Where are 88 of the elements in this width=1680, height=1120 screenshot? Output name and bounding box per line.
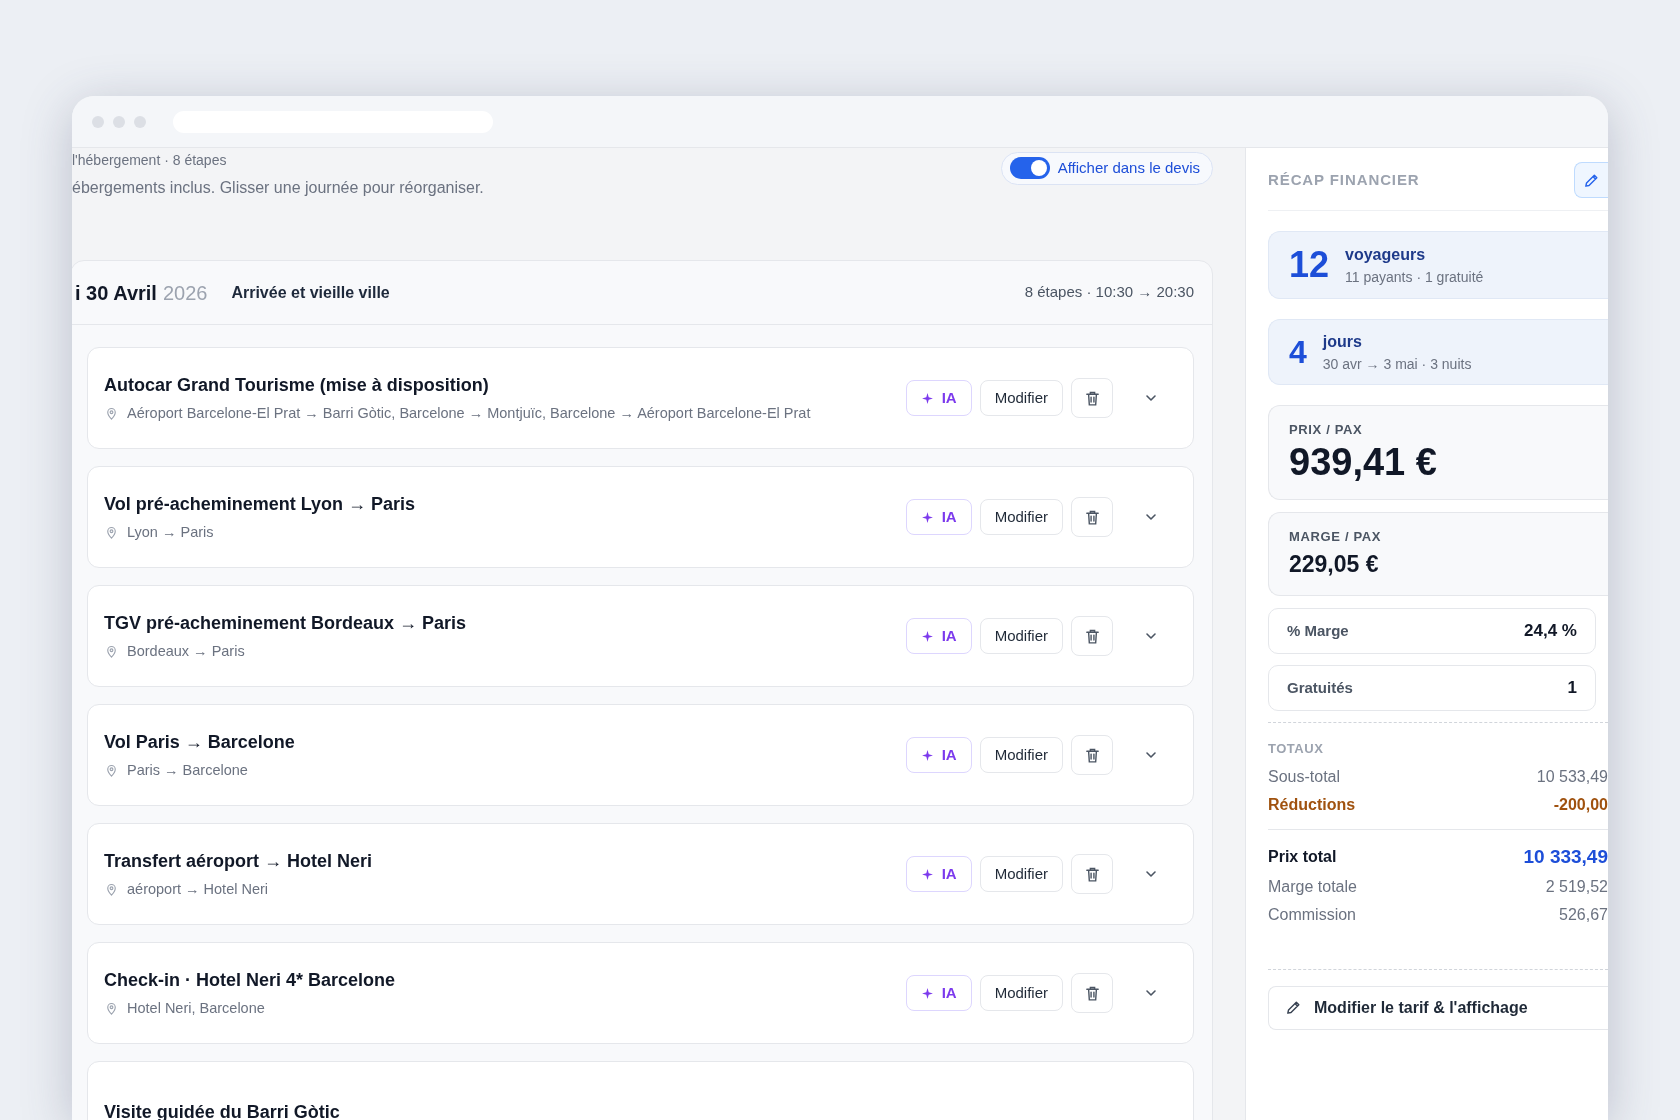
ai-button[interactable]: IA: [905, 618, 972, 654]
location-pin-icon: [104, 882, 119, 897]
day-year: 2026: [162, 280, 208, 306]
row-label: % Marge: [1287, 620, 1349, 641]
step-title: Vol pré-acheminement Lyon → Paris: [104, 492, 417, 516]
location-pin-icon: [104, 1001, 119, 1016]
sparkle-icon: [920, 748, 934, 762]
step-location: aéroport → Hotel Neri: [127, 879, 269, 899]
day-date: i 30 Avril: [75, 280, 157, 306]
sparkle-icon: [920, 629, 934, 643]
sparkle-icon: [920, 510, 934, 524]
edit-button[interactable]: Modifier: [979, 380, 1063, 416]
stat-value: 12: [1289, 243, 1330, 287]
edit-button[interactable]: Modifier: [979, 499, 1063, 535]
sparkle-icon: [920, 986, 934, 1000]
total-value: -200,00: [1553, 794, 1608, 815]
step-title: Check-in · Hotel Neri 4* Barcelone: [104, 968, 397, 992]
stat-label: voyageurs: [1345, 244, 1427, 265]
step-title: Vol Paris → Barcelone: [104, 730, 296, 754]
trash-icon: [1083, 865, 1101, 883]
edit-pricing-button[interactable]: Modifier le tarif & l'affichage: [1268, 985, 1608, 1030]
delete-button[interactable]: [1071, 735, 1113, 775]
trash-icon: [1083, 627, 1101, 645]
step-title: TGV pré-acheminement Bordeaux → Paris: [104, 611, 468, 635]
location-pin-icon: [104, 763, 119, 778]
window-control-dot[interactable]: [92, 115, 104, 128]
ai-button[interactable]: IA: [905, 499, 972, 535]
total-label: Sous-total: [1268, 766, 1341, 787]
edit-button[interactable]: Modifier: [979, 618, 1063, 654]
step-location: Aéroport Barcelone-El Prat → Barri Gòtic, Barcelone → Montjuïc, Barcelone → Aéroport Barcelone-El Prat: [127, 403, 811, 423]
price-value: 939,41 €: [1289, 439, 1438, 485]
day-summary: 8 étapes · 10:30 → 20:30: [1024, 282, 1194, 303]
pencil-icon: [1583, 171, 1600, 189]
row-value: 1: [1567, 677, 1577, 700]
trash-icon: [1083, 984, 1101, 1002]
total-value: 526,67: [1559, 904, 1608, 925]
total-label: Réductions: [1268, 794, 1356, 815]
location-pin-icon: [104, 525, 119, 540]
step-location: Lyon → Paris: [127, 522, 214, 542]
total-value: 10 533,49: [1536, 766, 1608, 787]
step-title: Transfert aéroport → Hotel Neri: [104, 849, 374, 873]
delete-button[interactable]: [1071, 497, 1113, 537]
stat-value: 4: [1289, 333, 1307, 372]
row-value: 24,4 %: [1524, 620, 1577, 643]
total-value: 10 333,49: [1523, 844, 1608, 869]
row-label: Gratuités: [1287, 677, 1353, 698]
step-location: Bordeaux → Paris: [127, 641, 245, 661]
location-pin-icon: [104, 644, 119, 659]
section-title: TOTAUX: [1268, 740, 1325, 759]
edit-button[interactable]: Modifier: [979, 737, 1063, 773]
trash-icon: [1083, 746, 1101, 764]
price-value: 229,05 €: [1289, 549, 1380, 579]
trash-icon: [1083, 389, 1101, 407]
delete-button[interactable]: [1071, 378, 1113, 418]
stat-detail: 30 avr → 3 mai · 3 nuits: [1322, 354, 1472, 374]
panel-title: RÉCAP FINANCIER: [1268, 169, 1420, 190]
ai-button[interactable]: IA: [905, 856, 972, 892]
delete-button[interactable]: [1071, 616, 1113, 656]
delete-button[interactable]: [1071, 854, 1113, 894]
total-value: 2 519,52: [1545, 876, 1608, 897]
delete-button[interactable]: [1071, 973, 1113, 1013]
edit-button[interactable]: [1574, 162, 1608, 198]
total-label: Marge totale: [1268, 876, 1357, 897]
trash-icon: [1083, 508, 1101, 526]
step-location: Hotel Neri, Barcelone: [127, 998, 265, 1018]
edit-button[interactable]: Modifier: [979, 975, 1063, 1011]
day-title: Arrivée et vieille ville: [231, 282, 390, 303]
window-control-dot[interactable]: [113, 115, 125, 128]
ai-button[interactable]: IA: [905, 380, 972, 416]
location-pin-icon: [104, 406, 119, 421]
description-text: ébergements inclus. Glisser une journée pour réorganiser.: [72, 178, 484, 198]
edit-button[interactable]: Modifier: [979, 856, 1063, 892]
step-location: Paris → Barcelone: [127, 760, 248, 780]
price-label: PRIX / PAX: [1289, 421, 1364, 439]
total-label: Prix total: [1268, 847, 1337, 868]
pencil-icon: [1285, 999, 1302, 1017]
ai-button[interactable]: IA: [905, 975, 972, 1011]
stat-detail: 11 payants · 1 gratuité: [1345, 267, 1484, 287]
stat-label: jours: [1322, 331, 1363, 352]
subtitle-text: l'hébergement · 8 étapes: [72, 152, 228, 168]
show-in-quote-toggle[interactable]: Afficher dans le devis: [1000, 152, 1213, 185]
ai-button[interactable]: IA: [905, 737, 972, 773]
step-title: Autocar Grand Tourisme (mise à disposition): [104, 373, 490, 397]
sparkle-icon: [920, 391, 934, 405]
sparkle-icon: [920, 867, 934, 881]
window-control-dot[interactable]: [134, 115, 146, 128]
total-label: Commission: [1268, 904, 1356, 925]
price-label: MARGE / PAX: [1289, 528, 1383, 547]
